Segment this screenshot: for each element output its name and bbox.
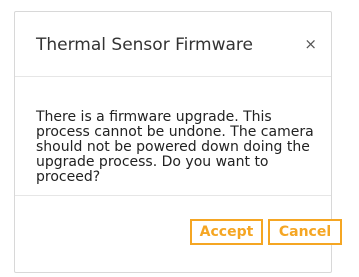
close-icon[interactable]: ×: [304, 35, 317, 53]
accept-button[interactable]: Accept: [190, 219, 263, 245]
firmware-dialog: Thermal Sensor Firmware × There is a fir…: [14, 11, 342, 274]
dialog-title: Thermal Sensor Firmware: [36, 35, 253, 55]
dialog-footer: Accept Cancel: [15, 196, 342, 274]
dialog-body: There is a firmware upgrade. This proces…: [15, 77, 331, 196]
dialog-header: Thermal Sensor Firmware ×: [15, 12, 331, 77]
cancel-button[interactable]: Cancel: [268, 219, 342, 245]
dialog-message: There is a firmware upgrade. This proces…: [36, 109, 314, 185]
